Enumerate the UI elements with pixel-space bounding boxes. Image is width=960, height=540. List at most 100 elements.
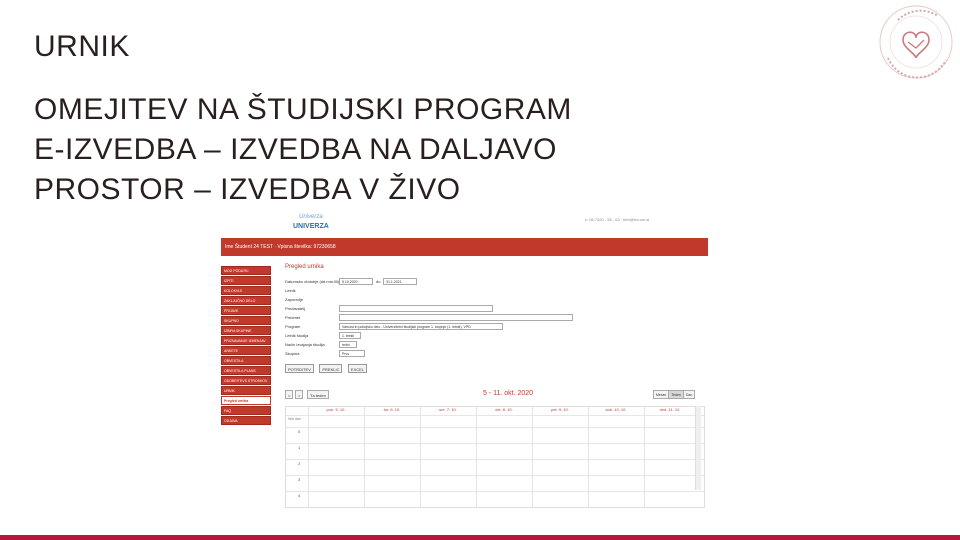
grid-line [532,407,533,508]
calendar-title: 5 - 11. okt. 2020 [483,390,534,397]
contact-info: c: 06 7420 - 56 - 63 · info@fvv.um.si [585,217,650,222]
zaporedje-label: Zaporedje [285,297,304,302]
date-to-input[interactable]: 31.1.2021 [383,278,417,285]
app-header: Univerza UNIVERZA c: 06 7420 - 56 - 63 ·… [221,212,708,238]
excel-button[interactable]: EXCEL [347,364,368,373]
predmet-select[interactable] [339,314,573,321]
hour-label: 3 [298,477,301,482]
hour-label: 0 [298,429,301,434]
sidebar-item-izbira-skupine[interactable]: IZBIRA SKUPINE [221,326,271,335]
date-to-label: do [376,279,381,284]
day-header: tor. 6. 10. [383,407,401,412]
skupina-select[interactable]: Prvo [339,350,365,357]
nacin-select[interactable]: redni [339,341,357,348]
university-logo: Univerza UNIVERZA [287,214,341,236]
sidebar-item-izpiti[interactable]: IZPITI [221,276,271,285]
logo-text: UNIVERZA [293,223,329,230]
grid-line [476,407,477,508]
form-row-date: Datumsko obdobje (dd.mm.llll) 5.10.2020 … [285,278,585,286]
nacin-label: Način izvajanja študija [285,342,325,347]
day-header: čet. 8. 10. [495,407,513,412]
predavatelj-label: Predavatelj [285,306,306,311]
slide-title: URNIK [34,30,130,63]
view-month-button[interactable]: Mesec [653,390,670,399]
grid-line [286,415,704,416]
form-row-predmet: Predmet [285,314,585,322]
letnik-label: Letnik [285,288,296,293]
confirm-button[interactable]: POTRDITEV [285,364,314,373]
filter-form: Datumsko obdobje (dd.mm.llll) 5.10.2020 … [285,278,585,359]
grid-line [286,475,704,476]
form-row-skupina: Skupina Prvo [285,350,585,358]
day-header: sob. 10. 10. [605,407,627,412]
main-content: Pregled urnika Datumsko obdobje (dd.mm.l… [285,264,708,508]
sidebar-item-ankete[interactable]: ANKETE [221,346,271,355]
sidebar-item-moji-podatki[interactable]: MOJI PODATKI [221,266,271,275]
sidebar: MOJI PODATKI IZPITI KOLOKVIJI ZAKLJUČNO … [221,266,271,426]
letnik-studija-label: Letnik študija [285,333,309,338]
grid-line [286,443,704,444]
sidebar-item-prijave[interactable]: PRIJAVE [221,306,271,315]
hour-label: 2 [298,461,301,466]
prev-week-button[interactable]: < [285,390,294,399]
sidebar-item-obvestila[interactable]: OBVESTILA [221,356,271,365]
date-from-input[interactable]: 5.10.2020 [339,278,373,285]
sidebar-item-zakljucno-delo[interactable]: ZAKLJUČNO DELO [221,296,271,305]
footer-accent-bar [0,535,960,540]
zaporedje-select[interactable] [339,296,395,303]
day-header: pon. 5. 10. [326,407,346,412]
date-range-label: Datumsko obdobje (dd.mm.llll) [285,279,340,284]
grid-line [644,407,645,508]
grid-line [364,407,365,508]
sidebar-item-obvestila-plans[interactable]: OBVESTILA PLANS [221,366,271,375]
predmet-label: Predmet [285,315,301,320]
calendar: < > Tа teden 5 - 11. okt. 2020 Mesec Tede… [285,390,708,508]
day-header: ned. 11. 10. [659,407,681,412]
embedded-app-screenshot: Univerza UNIVERZA c: 06 7420 - 56 - 63 ·… [221,212,708,508]
sidebar-item-odjava[interactable]: ODJAVA [221,416,271,425]
next-week-button[interactable]: > [295,390,304,399]
sidebar-item-urnik[interactable]: URNIK [221,386,271,395]
form-row-letnik: Letnik [285,287,585,295]
sidebar-item-skupno[interactable]: SKUPNO [221,316,271,325]
form-row-nacin: Način izvajanja študija redni [285,341,585,349]
predavatelj-select[interactable] [339,305,493,312]
sidebar-item-odobritev[interactable]: ODOBRITEVS STROSKOV [221,376,271,385]
sidebar-item-kolokviji[interactable]: KOLOKVIJI [221,286,271,295]
letnik-select[interactable] [339,287,385,294]
sidebar-item-faq[interactable]: FAQ [221,406,271,415]
all-day-label: Ves dan [288,417,301,421]
grid-line [588,407,589,508]
grid-line [286,491,704,492]
sidebar-item-pregled-urnika[interactable]: Pregled urnika [221,396,271,405]
program-label: Program [285,324,301,329]
form-buttons: POTRDITEV PREKLIC EXCEL [285,364,368,373]
this-week-button[interactable]: Tа teden [307,390,329,399]
subtitle-line: E-IZVEDBA – IZVEDBA NA DALJAVO [34,133,557,166]
week-grid: pon. 5. 10. tor. 6. 10. sre. 7. 10. čet.… [285,406,705,508]
sidebar-item-priznavanje[interactable]: PRIZNAVANJE IZMENJAV [221,336,271,345]
faculty-seal-logo [868,0,960,90]
cancel-button[interactable]: PREKLIC [319,364,343,373]
grid-line [420,407,421,508]
user-info: Ime Študent 24 TEST · Vpisna številka: 9… [225,244,336,250]
grid-line [308,407,309,508]
grid-line [286,427,704,428]
form-row-letnik-studija: Letnik študija 1. letnik [285,332,585,340]
form-row-zaporedje: Zaporedje [285,296,585,304]
hour-label: 1 [298,445,301,450]
grid-line [286,459,704,460]
form-row-program: Program Varnost in policijsko delo - Uni… [285,323,585,331]
letnik-studija-select[interactable]: 1. letnik [339,332,361,339]
skupina-label: Skupina [285,351,300,356]
hour-label: 4 [298,493,301,498]
view-week-button[interactable]: Teden [668,390,684,399]
calendar-scrollbar[interactable] [695,406,701,490]
form-row-predavatelj: Predavatelj [285,305,585,313]
user-bar: Ime Študent 24 TEST · Vpisna številka: 9… [221,238,708,256]
view-day-button[interactable]: Dan [682,390,696,399]
program-select[interactable]: Varnost in policijsko delo - Univerzitet… [339,323,503,330]
subtitle-line: PROSTOR – IZVEDBA V ŽIVO [34,173,461,206]
subtitle-line: OMEJITEV NA ŠTUDIJSKI PROGRAM [34,93,572,126]
logo-text: Univerza [299,214,323,220]
